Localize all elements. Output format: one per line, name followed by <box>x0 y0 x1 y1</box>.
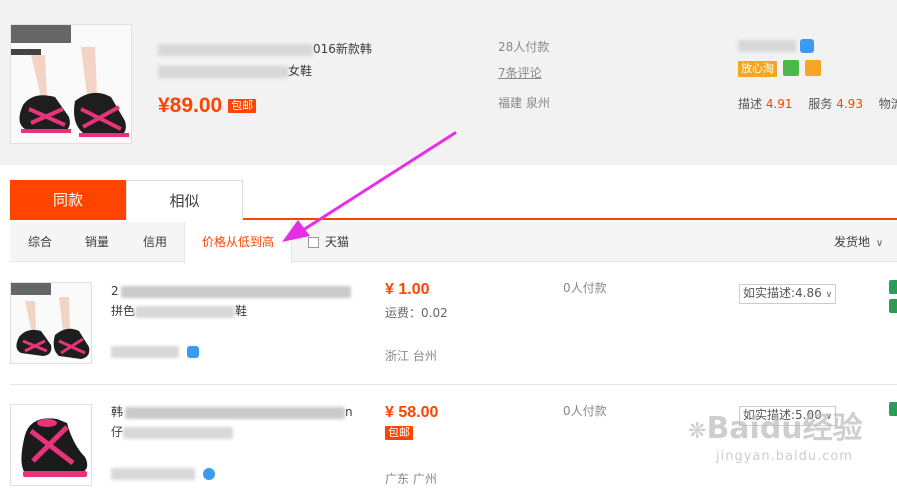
search-result-page: 016新款韩 女鞋 ¥89.00 包邮 28人付款 7条评论 福建 泉州 放心淘… <box>0 0 897 498</box>
paw-icon: ❋ <box>688 419 707 444</box>
watermark-url: jingyan.baidu.com <box>716 449 853 464</box>
watermark: ❋Baidu经验 jingyan.baidu.com <box>688 412 863 465</box>
watermark-logo: ❋Baidu经验 <box>688 412 863 449</box>
watermark-brand: Baidu经验 <box>706 411 863 446</box>
